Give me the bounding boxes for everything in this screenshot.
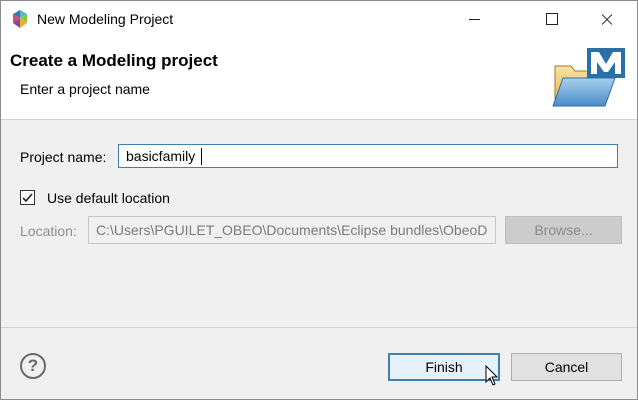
use-default-location-checkbox[interactable]	[20, 190, 35, 205]
mouse-pointer-icon	[485, 365, 499, 386]
page-title: Create a Modeling project	[10, 51, 218, 70]
close-button[interactable]	[584, 1, 630, 38]
location-label: Location:	[20, 223, 77, 239]
title-bar: New Modeling Project	[1, 1, 637, 38]
browse-button: Browse...	[505, 216, 622, 244]
modeling-app-icon	[13, 10, 27, 28]
project-name-input[interactable]	[118, 144, 618, 168]
checkmark-icon	[22, 193, 33, 203]
project-name-label: Project name:	[20, 149, 107, 165]
page-description: Enter a project name	[20, 81, 150, 97]
use-default-location-label[interactable]: Use default location	[47, 190, 170, 206]
help-icon[interactable]: ?	[20, 353, 46, 379]
dialog-window: New Modeling Project Create a Modeling p…	[0, 0, 638, 400]
footer-separator	[1, 327, 637, 328]
modeling-project-folder-icon	[552, 48, 625, 107]
window-title: New Modeling Project	[37, 11, 174, 27]
location-input: C:\Users\PGUILET_OBEO\Documents\Eclipse …	[88, 216, 496, 244]
text-caret	[201, 148, 202, 165]
finish-button[interactable]: Finish	[388, 353, 500, 381]
wizard-banner: Create a Modeling project Enter a projec…	[1, 38, 637, 120]
maximize-button[interactable]	[529, 1, 575, 38]
cancel-button[interactable]: Cancel	[511, 353, 622, 381]
minimize-button[interactable]	[451, 1, 497, 38]
